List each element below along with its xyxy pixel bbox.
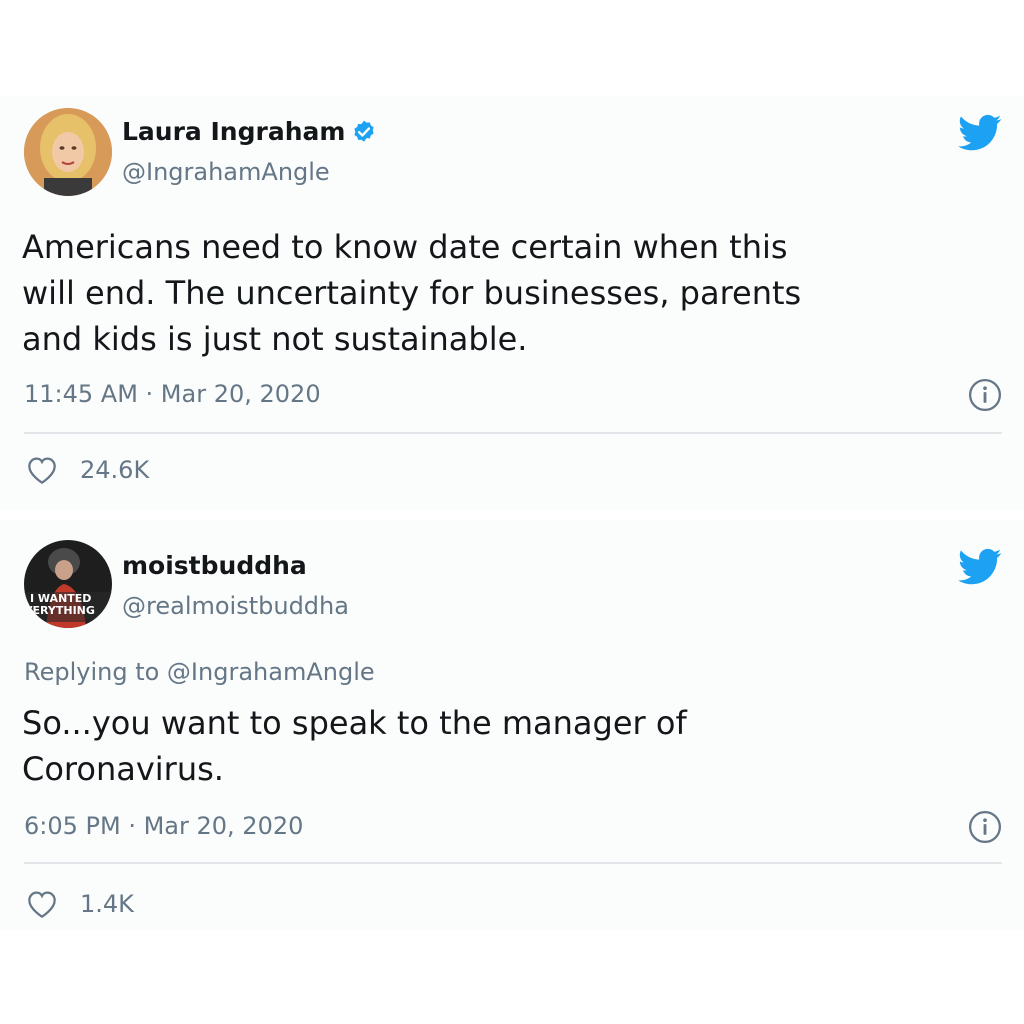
divider [24, 432, 1002, 434]
avatar-caption-line-2: VERYTHING [24, 604, 95, 617]
avatar[interactable]: I WANTED VERYTHING [24, 540, 112, 628]
verified-badge-icon [354, 120, 375, 142]
tweet-card[interactable]: Laura Ingraham @IngrahamAngle Americans … [0, 96, 1024, 510]
handle[interactable]: @IngrahamAngle [122, 156, 330, 188]
divider [24, 862, 1002, 864]
replying-to[interactable]: Replying to @IngrahamAngle [24, 656, 375, 688]
display-name[interactable]: moistbuddha [122, 550, 307, 582]
heart-icon [28, 891, 56, 918]
twitter-bird-icon[interactable] [958, 114, 1002, 152]
like-button[interactable]: 1.4K [26, 888, 134, 920]
timestamp[interactable]: 11:45 AM · Mar 20, 2020 [24, 378, 321, 410]
author-row[interactable]: moistbuddha [122, 550, 307, 582]
avatar-image [24, 108, 112, 196]
avatar[interactable] [24, 108, 112, 196]
tweet-text: So...you want to speak to the manager of… [22, 704, 687, 788]
author-row[interactable]: Laura Ingraham [122, 116, 377, 148]
like-count: 24.6K [80, 456, 150, 484]
tweet-text: Americans need to know date certain when… [22, 228, 802, 358]
display-name[interactable]: Laura Ingraham [122, 116, 345, 148]
info-icon[interactable] [968, 378, 1002, 412]
info-icon[interactable] [968, 810, 1002, 844]
twitter-bird-icon[interactable] [958, 548, 1002, 586]
tweet-card[interactable]: I WANTED VERYTHING moistbuddha @realmois… [0, 520, 1024, 930]
avatar-image: I WANTED VERYTHING [24, 540, 112, 628]
timestamp[interactable]: 6:05 PM · Mar 20, 2020 [24, 810, 303, 842]
like-count: 1.4K [80, 890, 134, 918]
heart-icon [28, 457, 56, 484]
like-button[interactable]: 24.6K [26, 454, 149, 486]
handle[interactable]: @realmoistbuddha [122, 590, 349, 622]
